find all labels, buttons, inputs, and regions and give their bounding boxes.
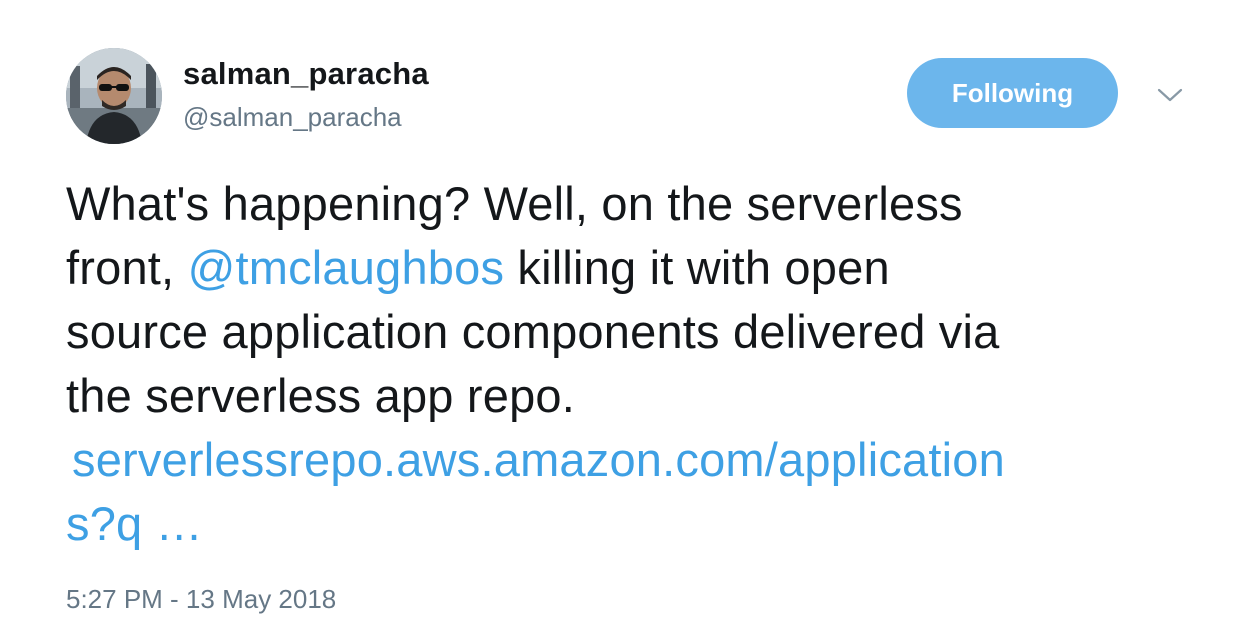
tweet-text-segment: killing it with open: [504, 241, 890, 294]
tweet-line: What's happening? Well, on the serverles…: [66, 177, 963, 230]
tweet-line: the serverless app repo.: [66, 369, 576, 422]
chevron-down-icon: [1157, 88, 1183, 102]
tweet-text: What's happening? Well, on the serverles…: [66, 172, 1196, 556]
tweet-timestamp[interactable]: 5:27 PM - 13 May 2018: [66, 583, 336, 615]
tweet-line: front, @tmclaughbos killing it with open: [66, 236, 1196, 300]
url-link-continuation[interactable]: s?q …: [66, 492, 1196, 556]
avatar-photo: [66, 48, 162, 144]
following-button[interactable]: Following: [907, 58, 1118, 128]
tweet-card: salman_paracha @salman_paracha Following…: [0, 0, 1252, 640]
tweet-menu-button[interactable]: [1152, 80, 1188, 110]
tweet-line: source application components delivered …: [66, 305, 1000, 358]
avatar[interactable]: [66, 48, 162, 144]
url-link[interactable]: serverlessrepo.aws.amazon.com/applicatio…: [72, 428, 1196, 492]
user-handle[interactable]: @salman_paracha: [183, 101, 402, 133]
tweet-text-segment: front,: [66, 241, 188, 294]
mention-link[interactable]: @tmclaughbos: [188, 241, 505, 294]
display-name[interactable]: salman_paracha: [183, 56, 429, 92]
